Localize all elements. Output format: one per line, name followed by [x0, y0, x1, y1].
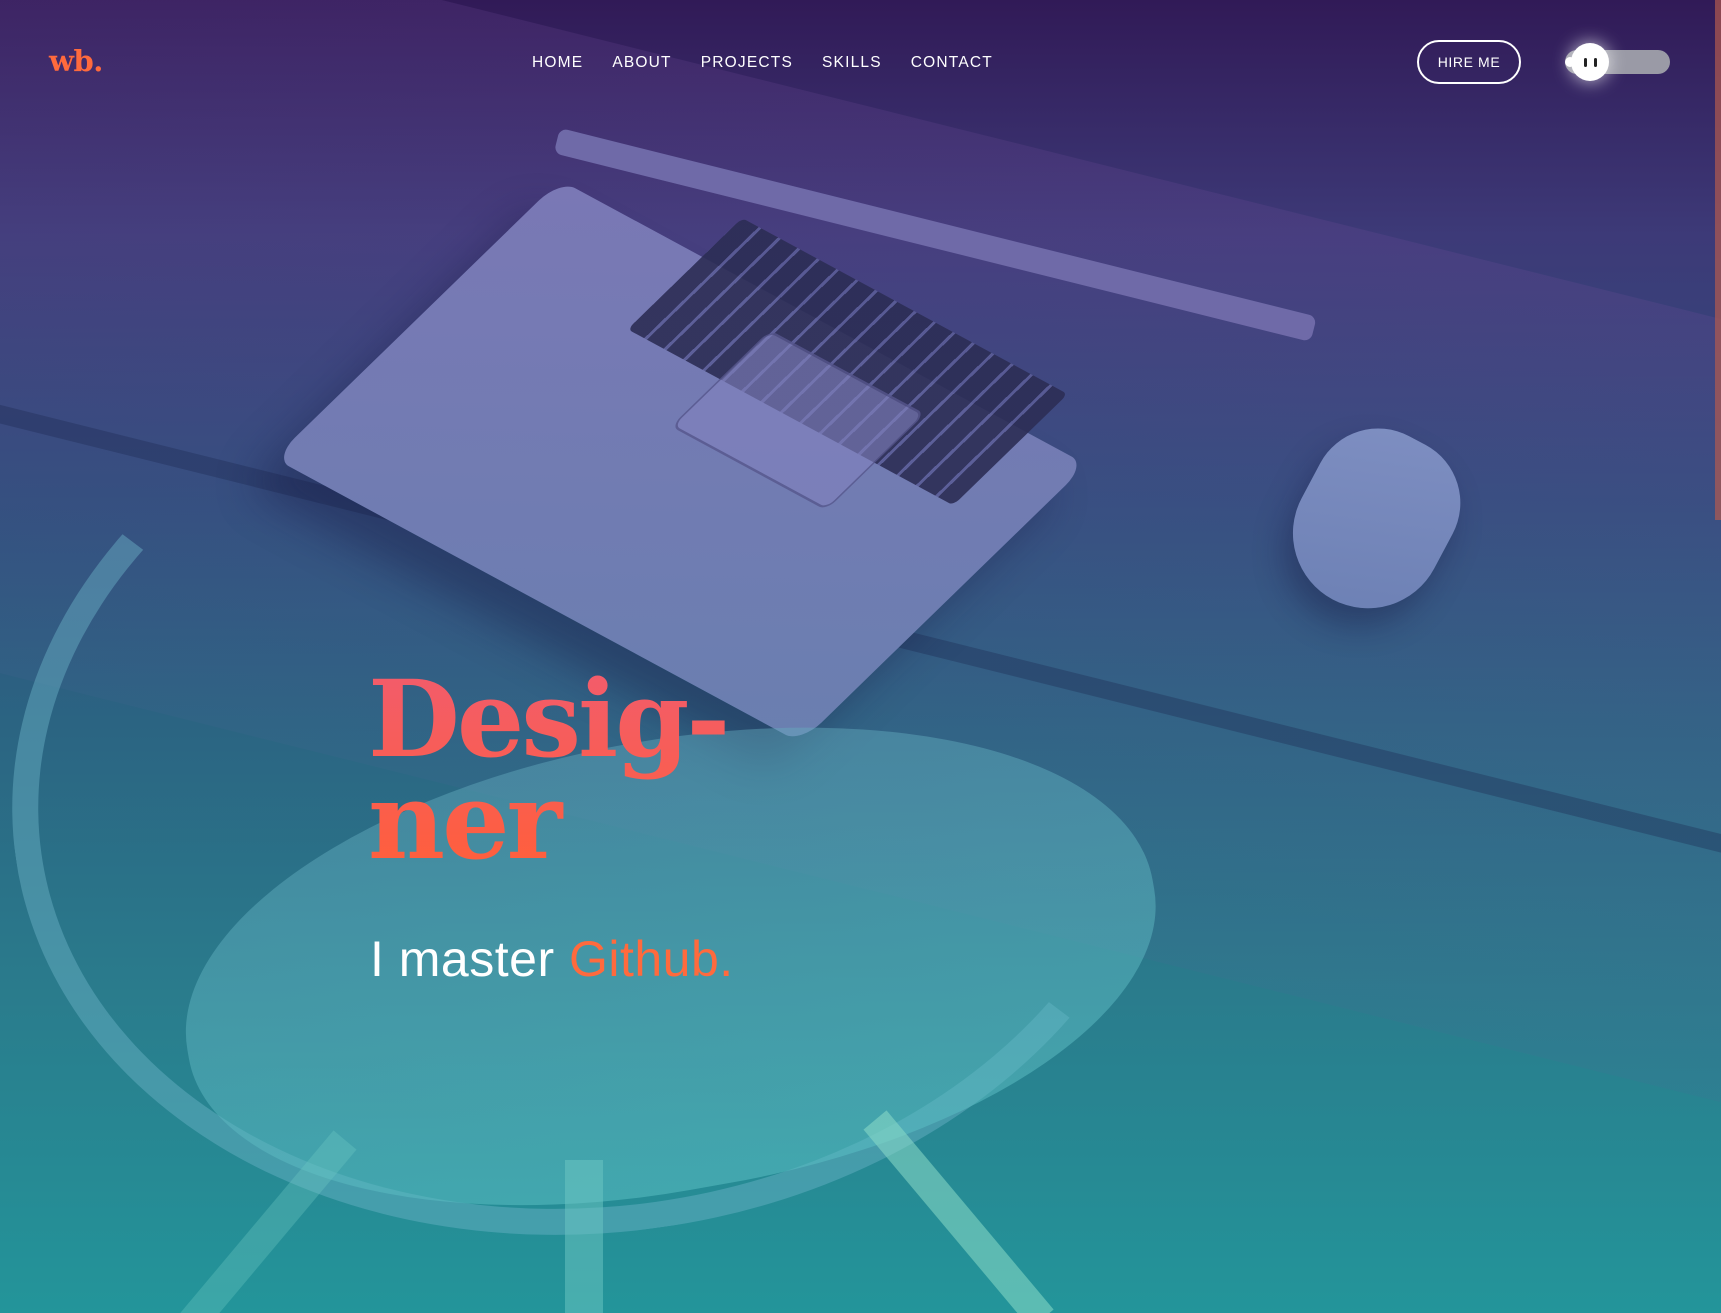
- hire-me-button[interactable]: HIRE ME: [1417, 40, 1521, 84]
- hero-subtitle-prefix: I master: [370, 931, 569, 987]
- laptop-keyboard: [627, 218, 1068, 506]
- chair-leg: [565, 1160, 603, 1313]
- nav-item-contact[interactable]: CONTACT: [911, 53, 993, 73]
- site-logo[interactable]: wb.: [49, 44, 103, 78]
- window-edge-strip: [1715, 0, 1721, 520]
- hero-subtitle: I master Github.: [370, 930, 734, 988]
- hero-title-line1: Desig-: [368, 656, 728, 781]
- knob-eye-right: [1593, 57, 1597, 67]
- nav-item-projects[interactable]: PROJECTS: [701, 53, 793, 73]
- background-image: [0, 0, 1721, 1313]
- hero-title: Desig- ner: [368, 668, 888, 872]
- hero-page: wb. HOME ABOUT PROJECTS SKILLS CONTACT H…: [0, 0, 1721, 1313]
- nav-item-skills[interactable]: SKILLS: [822, 53, 882, 73]
- knob-eye-left: [1583, 57, 1587, 67]
- laptop-lid: [553, 128, 1317, 342]
- desk-surface: [0, 0, 1721, 1134]
- hero-title-line2: ner: [368, 758, 560, 883]
- hero-subtitle-highlight: Github.: [568, 931, 734, 987]
- nav-item-home[interactable]: HOME: [532, 53, 583, 73]
- main-nav: HOME ABOUT PROJECTS SKILLS CONTACT: [532, 53, 1022, 73]
- chair-leg: [179, 1130, 357, 1313]
- theme-toggle[interactable]: [1565, 43, 1670, 81]
- toggle-knob-icon[interactable]: [1571, 43, 1609, 81]
- laptop-trackpad: [670, 330, 926, 511]
- nav-item-about[interactable]: ABOUT: [612, 53, 671, 73]
- chair-leg: [863, 1110, 1054, 1313]
- mouse-illustration: [1266, 405, 1484, 635]
